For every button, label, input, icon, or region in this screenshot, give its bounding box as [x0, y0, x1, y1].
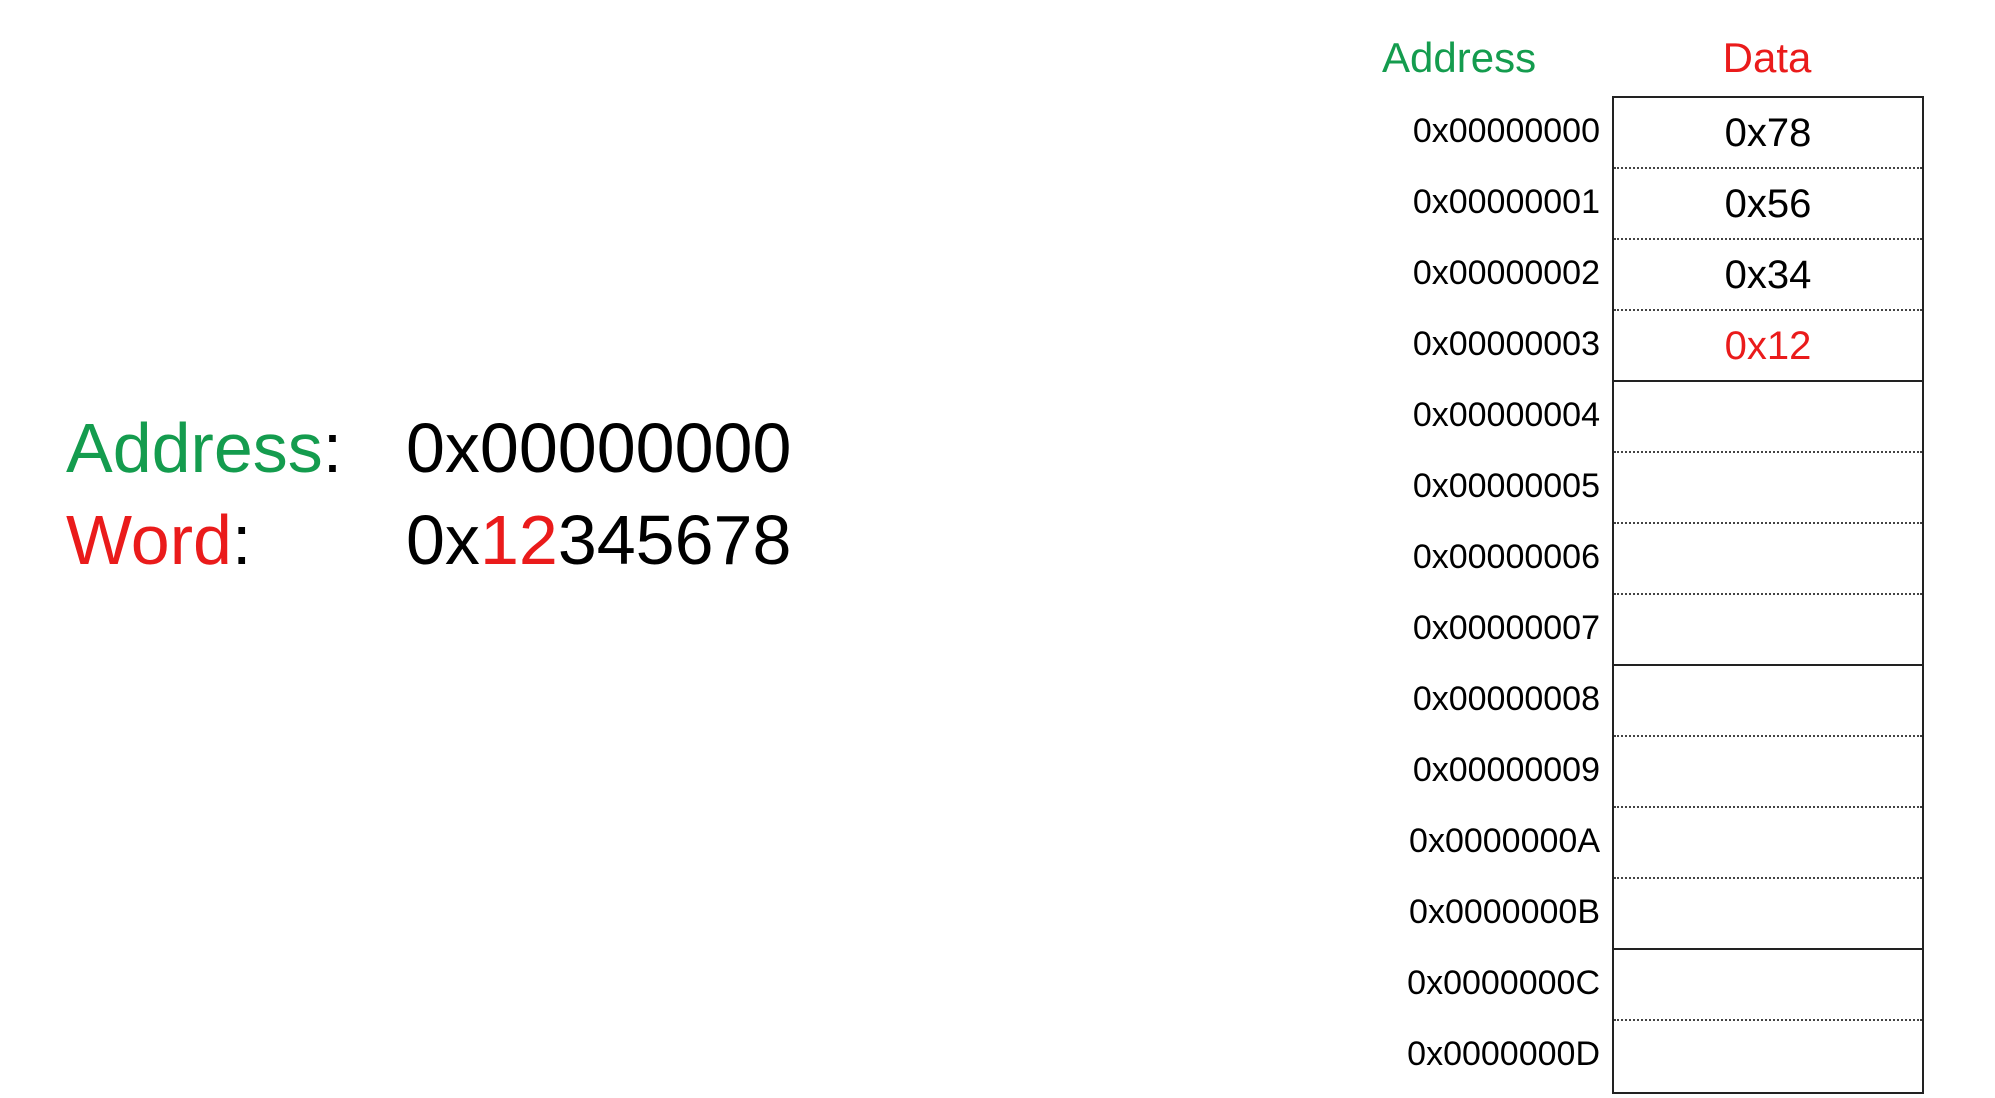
memory-address: 0x00000006 — [1412, 538, 1600, 576]
data-column-header: Data — [1722, 34, 1812, 81]
address-column: 0x00000000 0x00000001 0x00000002 0x00000003… — [1370, 96, 1600, 1090]
address-label-group: Address: — [66, 402, 406, 494]
word-label: Word — [66, 501, 232, 579]
memory-cell — [1614, 382, 1922, 453]
memory-cell — [1614, 737, 1922, 808]
memory-cell — [1614, 595, 1922, 666]
memory-address: 0x00000002 — [1412, 254, 1600, 292]
memory-cell — [1614, 666, 1922, 737]
word-value-rest: 345678 — [557, 501, 792, 579]
word-value-prefix: 0x — [406, 501, 480, 579]
memory-address: 0x0000000B — [1409, 893, 1600, 931]
memory-cell — [1614, 950, 1922, 1021]
memory-address: 0x00000001 — [1412, 183, 1600, 221]
memory-cell: 0x12 — [1614, 311, 1922, 382]
word-value: 0x12345678 — [406, 494, 791, 586]
memory-address: 0x00000004 — [1412, 396, 1600, 434]
address-value: 0x00000000 — [406, 409, 792, 487]
address-column-header: Address — [1382, 34, 1537, 81]
memory-address: 0x00000003 — [1412, 325, 1600, 363]
word-line: Word: 0x12345678 — [66, 494, 791, 586]
memory-cell: 0x34 — [1614, 240, 1922, 311]
word-info: Address: 0x00000000 Word: 0x12345678 — [66, 402, 791, 586]
address-colon: : — [322, 409, 343, 487]
memory-address: 0x00000009 — [1412, 751, 1600, 789]
memory-cell — [1614, 453, 1922, 524]
memory-cell — [1614, 808, 1922, 879]
memory-address: 0x0000000C — [1407, 964, 1600, 1002]
memory-address: 0x0000000A — [1409, 822, 1600, 860]
word-value-highlight: 12 — [479, 501, 558, 579]
memory-cell — [1614, 1021, 1922, 1092]
word-colon: : — [231, 501, 252, 579]
memory-address: 0x00000007 — [1412, 609, 1600, 647]
memory-address: 0x0000000D — [1407, 1035, 1600, 1073]
memory-table: 0x78 0x56 0x34 0x12 — [1612, 96, 1924, 1094]
memory-cell — [1614, 524, 1922, 595]
address-line: Address: 0x00000000 — [66, 402, 791, 494]
address-label: Address — [66, 409, 323, 487]
memory-address: 0x00000005 — [1412, 467, 1600, 505]
memory-cell: 0x78 — [1614, 98, 1922, 169]
memory-cell: 0x56 — [1614, 169, 1922, 240]
word-label-group: Word: — [66, 494, 406, 586]
memory-address: 0x00000008 — [1412, 680, 1600, 718]
memory-address: 0x00000000 — [1412, 112, 1600, 150]
memory-cell — [1614, 879, 1922, 950]
